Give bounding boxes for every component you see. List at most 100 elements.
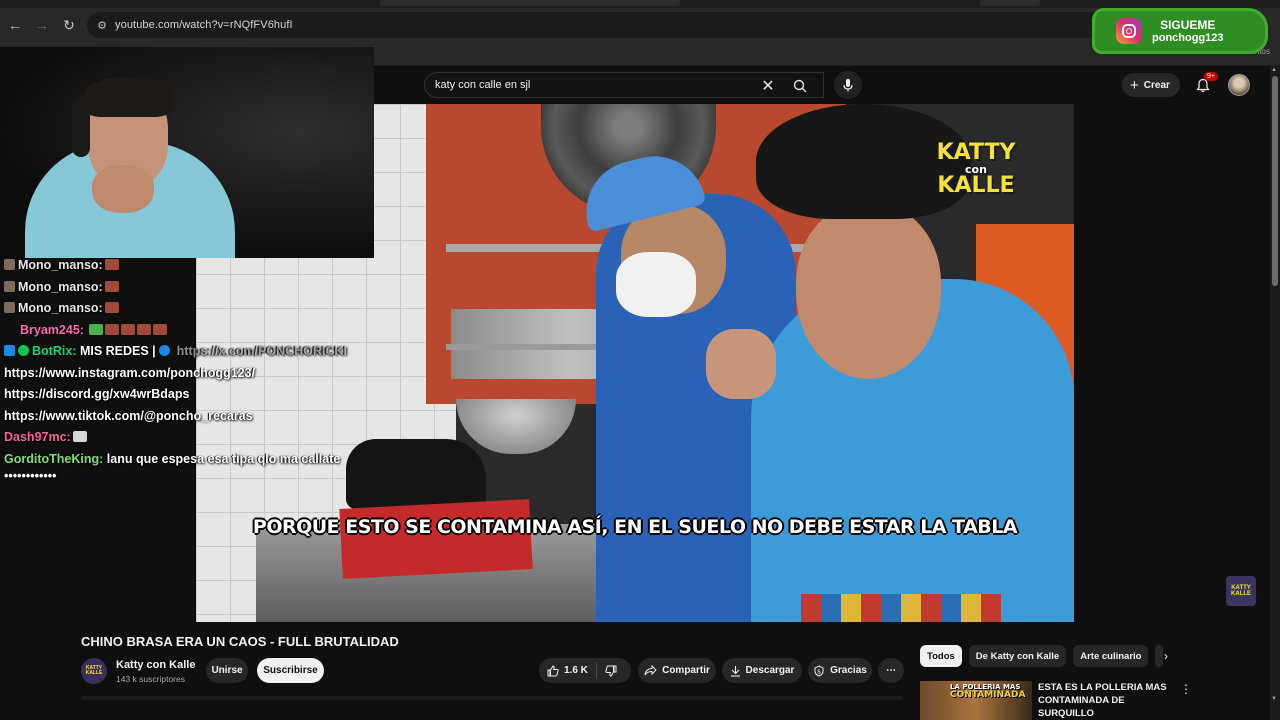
thumbnail-line-2: CONTAMINADA [950, 690, 1026, 701]
chevron-right-icon[interactable]: › [1164, 649, 1168, 663]
chat-message: •••••••••••• [4, 469, 384, 483]
emote-icon [121, 323, 136, 335]
video-scene-belt [801, 594, 1001, 622]
description-box-edge[interactable] [81, 696, 903, 700]
chat-username: BotRix: [32, 344, 77, 358]
like-count[interactable]: 1.6 K [564, 665, 588, 676]
channel-name[interactable]: Katty con Kalle [116, 659, 195, 671]
streamer-webcam [0, 47, 374, 258]
thumbnail-text: LA POLLERIA MAS CONTAMINADA [950, 683, 1026, 701]
chat-text: •••••••••••• [4, 469, 57, 483]
download-button[interactable]: Descargar [722, 658, 802, 683]
screen: ← → ↻ ⚙ youtube.com/watch?v=rNQfFV6hufI … [0, 0, 1280, 720]
page-scrollbar[interactable]: ▲ ▼ [1270, 66, 1280, 720]
chip-channel[interactable]: De Katty con Kalle [968, 645, 1067, 667]
chip-partial[interactable] [1155, 645, 1164, 667]
plus-icon: + [1130, 76, 1139, 94]
share-label: Compartir [662, 665, 710, 676]
notifications-button[interactable]: 9+ [1192, 72, 1218, 96]
kebab-menu-icon[interactable]: ⋮ [1180, 682, 1192, 696]
chat-link[interactable]: https://x.com/PONCHORICKI [177, 344, 347, 358]
address-bar[interactable]: ⚙ youtube.com/watch?v=rNQfFV6hufI [87, 12, 1147, 38]
chip-todos[interactable]: Todos [920, 645, 962, 667]
video-channel-logo: KATTY con KALLE [931, 142, 1021, 212]
like-icon[interactable] [547, 664, 559, 677]
notifications-badge: 9+ [1204, 72, 1218, 81]
dislike-icon[interactable] [605, 665, 617, 677]
chat-message: https://discord.gg/xw4wrBdaps [4, 384, 384, 406]
video-info-section: CHINO BRASA ERA UN CAOS - FULL BRUTALIDA… [0, 622, 1270, 720]
scrollbar-thumb[interactable] [1272, 76, 1278, 286]
scroll-down-icon[interactable]: ▼ [1271, 696, 1277, 702]
chat-link[interactable]: https://discord.gg/xw4wrBdaps [4, 387, 189, 401]
badge-icon [4, 302, 15, 313]
search-box[interactable]: ✕ [424, 72, 824, 98]
tab-hint[interactable] [980, 0, 1040, 6]
emote-icon [72, 431, 87, 442]
recommended-title[interactable]: ESTA ES LA POLLERIA MAS CONTAMINADA DE S… [1038, 681, 1178, 720]
emote-icon [153, 323, 168, 335]
chip-culinary[interactable]: Arte culinario [1073, 645, 1149, 667]
chat-link[interactable]: https://www.instagram.com/ponchogg123/ [4, 366, 255, 380]
thanks-label: Gracias [830, 665, 867, 676]
subscriber-count: 143 k suscriptores [116, 674, 185, 684]
logo-line-1: KATTY [936, 140, 1016, 165]
chat-message: Mono_manso: [4, 255, 384, 277]
emote-icon [89, 323, 104, 335]
promo-line-2: ponchogg123 [1152, 32, 1224, 44]
browser-toolbar: ← → ↻ ⚙ youtube.com/watch?v=rNQfFV6hufI [0, 8, 1280, 42]
back-icon[interactable]: ← [3, 13, 27, 37]
download-icon [730, 665, 741, 677]
webcam-hand [92, 165, 154, 213]
like-dislike-group: 1.6 K [539, 658, 631, 683]
chat-username: Mono_manso: [18, 279, 103, 294]
chat-username: Mono_manso: [18, 258, 103, 272]
tab-hint[interactable] [380, 0, 680, 6]
badge-icon [4, 280, 15, 292]
related-filter-chips: Todos De Katty con Kalle Arte culinario [920, 644, 1170, 668]
emote-icon [104, 302, 119, 313]
more-actions-icon[interactable]: ⋯ [878, 658, 904, 683]
forward-icon[interactable]: → [30, 13, 54, 37]
youtube-header: ✕ + Crear 9+ [374, 66, 1280, 104]
channel-avatar[interactable]: KATTY KALLE [81, 658, 107, 684]
chat-message: Dash97mc: [4, 427, 384, 449]
chat-message: Bryam245: [4, 320, 384, 342]
clear-search-icon[interactable]: ✕ [759, 77, 777, 95]
chat-message: https://www.instagram.com/ponchogg123/ [4, 363, 384, 385]
microphone-icon[interactable] [834, 71, 862, 99]
like-separator [595, 662, 597, 679]
emote-icon [104, 280, 119, 292]
chat-message: https://www.tiktok.com/@poncho_recaras [4, 406, 384, 428]
search-icon[interactable] [783, 75, 817, 97]
chat-text: lanu que espesa esa tipa qlo ma callate [106, 451, 341, 466]
scroll-up-icon[interactable]: ▲ [1271, 67, 1277, 73]
thanks-button[interactable]: $ Gracias [808, 658, 872, 683]
chat-username: Mono_manso: [18, 301, 103, 315]
chat-message: BotRix: MIS REDES | https://x.com/PONCHO… [4, 341, 384, 363]
share-button[interactable]: Compartir [638, 658, 716, 683]
reload-icon[interactable]: ↻ [57, 13, 81, 37]
video-watermark[interactable]: KATTY KALLE [1226, 576, 1256, 606]
download-label: Descargar [745, 665, 795, 676]
webcam-hair [84, 77, 172, 117]
emote-icon [105, 323, 120, 335]
chat-message: Mono_manso: [4, 298, 384, 320]
join-button[interactable]: Unirse [206, 658, 248, 683]
address-url: youtube.com/watch?v=rNQfFV6hufI [115, 19, 293, 31]
create-button[interactable]: + Crear [1122, 73, 1180, 97]
badge-icon [4, 259, 15, 270]
site-info-icon[interactable]: ⚙ [95, 18, 109, 32]
search-input[interactable] [435, 79, 755, 91]
video-scene-bowl [456, 399, 576, 454]
verified-badge-icon [18, 345, 29, 356]
subscribe-button[interactable]: Suscribirse [257, 658, 324, 683]
instagram-promo-badge: SIGUEME ponchogg123 [1092, 8, 1268, 54]
recommended-thumbnail[interactable]: LA POLLERIA MAS CONTAMINADA [920, 681, 1032, 720]
chat-link[interactable]: https://www.tiktok.com/@poncho_recaras [4, 409, 253, 423]
account-avatar[interactable] [1228, 74, 1250, 96]
browser-tab-strip [0, 0, 1280, 8]
logo-line-3: KALLE [937, 173, 1015, 198]
headset-icon [72, 97, 90, 157]
video-scene-board [339, 499, 533, 579]
